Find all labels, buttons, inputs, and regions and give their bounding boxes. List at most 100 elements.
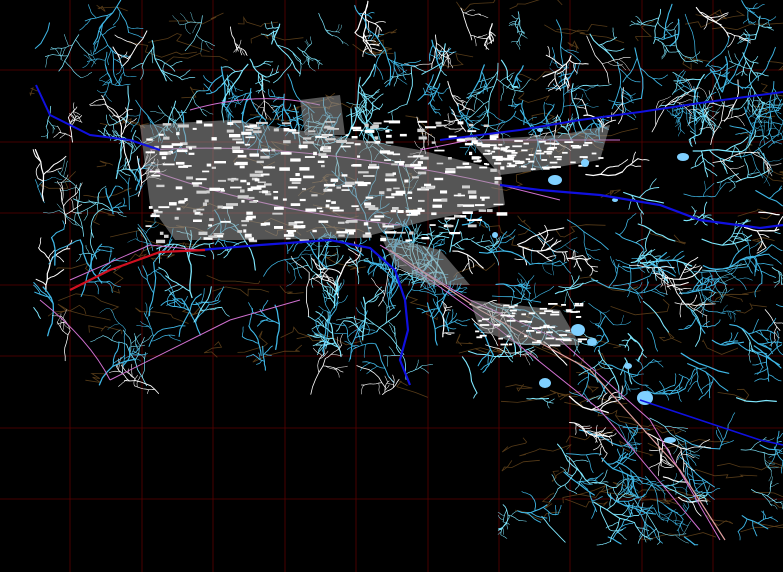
stream-line <box>729 165 745 169</box>
lake <box>539 378 551 388</box>
contour-line <box>701 339 739 355</box>
urban-block <box>494 176 502 180</box>
urban-block <box>453 194 465 197</box>
urban-block <box>192 127 197 130</box>
stream-line <box>646 327 658 352</box>
stream-line <box>263 63 271 66</box>
urban-block <box>341 189 350 191</box>
stream-line <box>764 309 781 331</box>
urban-block <box>490 168 497 172</box>
contour-line <box>396 380 428 398</box>
lake <box>537 128 543 132</box>
stream-line <box>660 440 664 467</box>
urban-block <box>256 121 268 125</box>
stream-line <box>99 73 108 80</box>
stream-line <box>455 242 465 250</box>
stream-line <box>652 74 668 80</box>
urban-block <box>476 144 484 146</box>
stream-line <box>62 220 65 230</box>
urban-block <box>543 324 550 327</box>
stream-line <box>771 267 782 274</box>
urban-block <box>525 158 531 161</box>
stream-line <box>760 174 771 187</box>
stream-line <box>330 322 342 358</box>
stream-line <box>112 11 121 26</box>
urban-block <box>510 309 517 312</box>
urban-block <box>528 154 534 156</box>
stream-line <box>98 246 115 250</box>
urban-block <box>232 138 243 141</box>
stream-line <box>142 265 155 294</box>
urban-block <box>226 203 238 206</box>
map-canvas[interactable] <box>0 0 783 572</box>
stream-line <box>389 324 395 335</box>
stream-line <box>51 228 65 239</box>
urban-block <box>208 235 218 238</box>
stream-line <box>744 158 749 179</box>
stream-line <box>599 469 608 484</box>
stream-line <box>522 246 528 266</box>
stream-line <box>514 258 525 260</box>
urban-block <box>417 207 422 210</box>
stream-line <box>451 309 454 323</box>
stream-line <box>776 330 779 348</box>
stream-line <box>147 306 154 320</box>
map-viewport[interactable] <box>0 0 783 572</box>
stream-line <box>63 192 78 207</box>
stream-line <box>92 0 122 45</box>
stream-line <box>768 470 772 482</box>
urban-block <box>254 178 260 182</box>
stream-line <box>557 504 562 515</box>
stream-line <box>44 54 69 58</box>
stream-line <box>135 344 138 351</box>
urban-block <box>478 209 486 212</box>
urban-block <box>458 204 463 207</box>
urban-block <box>299 198 306 202</box>
urban-block <box>370 218 381 222</box>
stream-line <box>630 373 649 386</box>
urban-block <box>148 206 153 209</box>
stream-line <box>556 443 591 484</box>
stream-line <box>75 202 97 214</box>
lake <box>664 437 676 443</box>
stream-line <box>629 22 641 27</box>
urban-block <box>196 190 207 194</box>
urban-block <box>472 218 483 221</box>
urban-block <box>319 210 324 213</box>
stream-line <box>541 515 566 543</box>
stream-line <box>672 278 687 306</box>
stream-line <box>511 24 519 26</box>
urban-block <box>436 162 444 165</box>
urban-block <box>161 156 167 160</box>
stream-line <box>569 421 599 438</box>
urban-block <box>547 147 552 150</box>
stream-line <box>547 46 551 58</box>
stream-line <box>557 468 578 490</box>
urban-block <box>392 207 399 210</box>
urban-block <box>544 310 554 312</box>
urban-block <box>202 170 210 173</box>
stream-line <box>776 451 783 454</box>
stream-line <box>116 170 129 185</box>
stream-line <box>686 317 697 330</box>
stream-line <box>201 288 205 304</box>
stream-line <box>131 62 144 70</box>
stream-line <box>413 240 426 245</box>
stream-line <box>371 277 385 295</box>
stream-line <box>304 40 309 47</box>
stream-line <box>143 312 155 337</box>
stream-line <box>51 177 62 180</box>
stream-line <box>195 90 209 93</box>
lake <box>571 324 585 336</box>
urban-block <box>448 120 454 123</box>
urban-block <box>345 229 356 233</box>
urban-block <box>264 183 272 186</box>
stream-line <box>759 329 769 343</box>
urban-block <box>493 146 498 149</box>
stream-line <box>73 102 75 111</box>
stream-line <box>567 457 570 474</box>
stream-line <box>680 128 685 134</box>
urban-block <box>462 185 470 189</box>
contour-line <box>250 33 304 44</box>
stream-line <box>268 88 271 98</box>
